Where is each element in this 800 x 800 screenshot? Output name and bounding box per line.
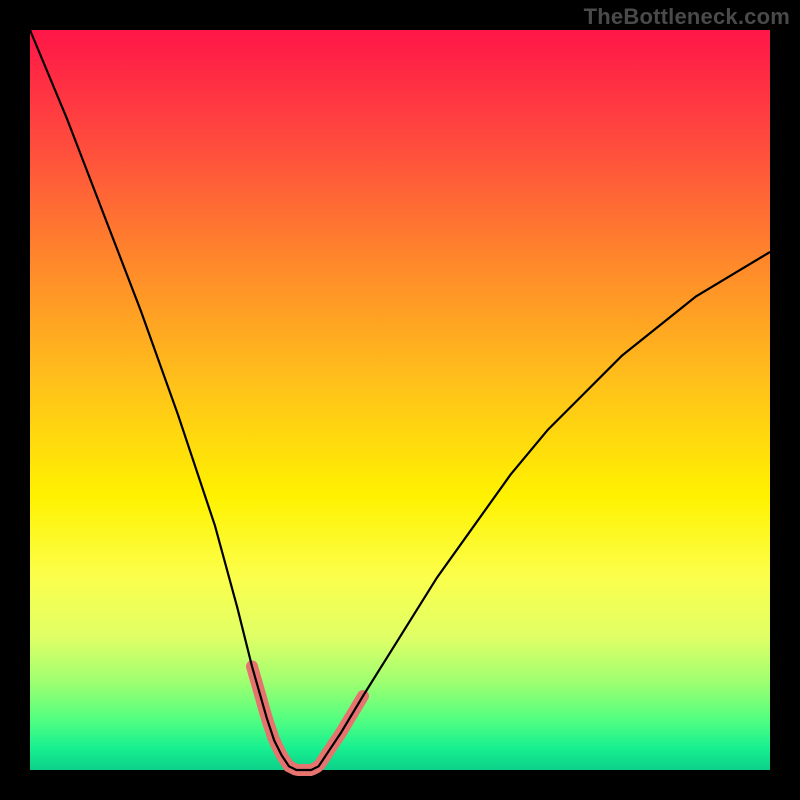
- bottleneck-curve: [30, 30, 770, 770]
- plot-area: [30, 30, 770, 770]
- curve-svg: [30, 30, 770, 770]
- chart-stage: TheBottleneck.com: [0, 0, 800, 800]
- watermark-text: TheBottleneck.com: [584, 6, 790, 28]
- highlight-left: [252, 666, 326, 770]
